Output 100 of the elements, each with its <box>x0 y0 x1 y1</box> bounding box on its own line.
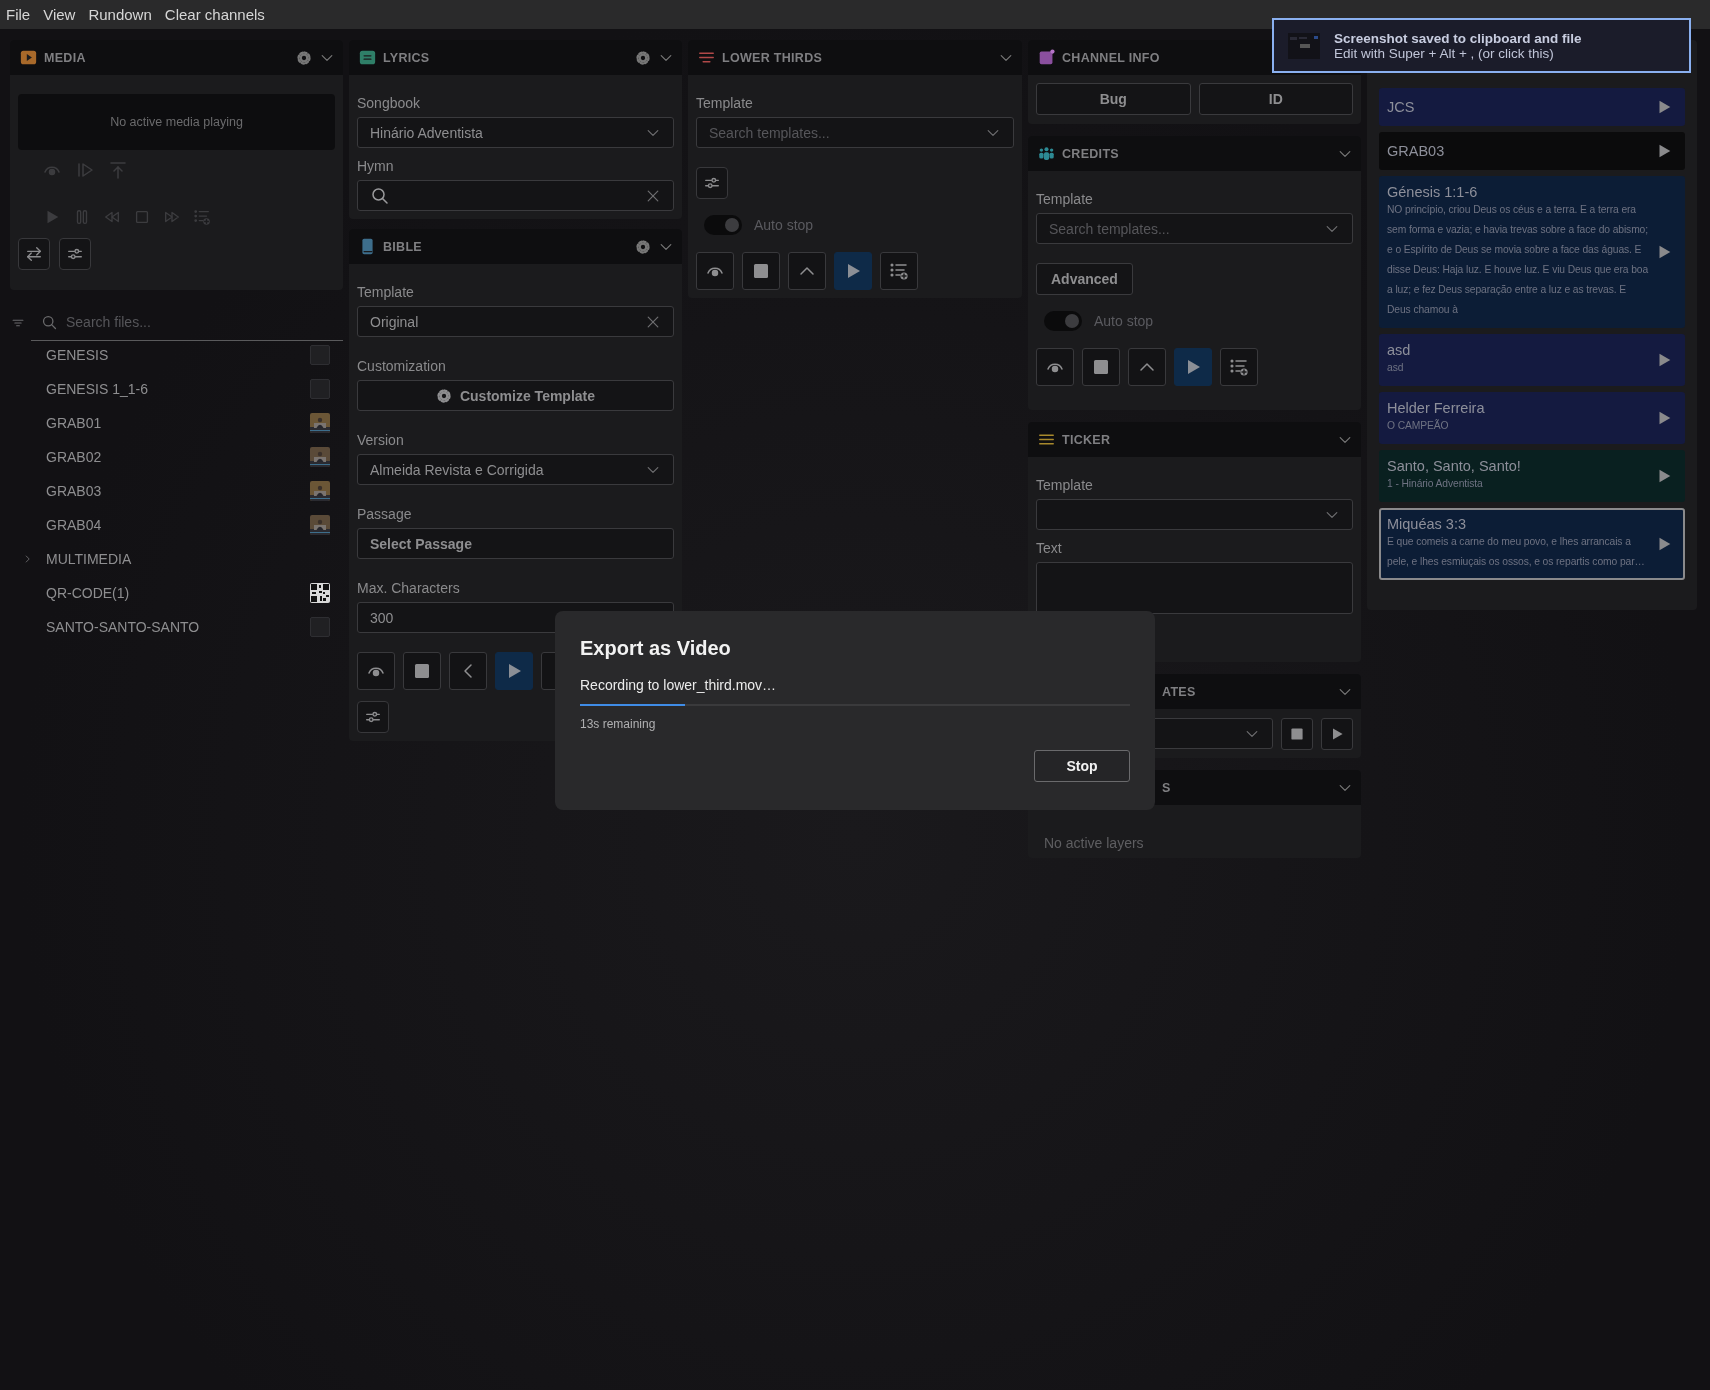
item-title: Helder Ferreira <box>1387 400 1486 416</box>
stop-button[interactable]: Stop <box>1034 750 1130 782</box>
media-entry[interactable]: GRAB04 <box>10 508 343 542</box>
add-to-rundown-button[interactable] <box>880 252 918 290</box>
panel-header[interactable]: MEDIA <box>10 40 343 75</box>
template-field[interactable]: Original <box>357 306 674 337</box>
dialog-title: Export as Video <box>580 637 732 660</box>
play-button[interactable] <box>1321 718 1353 750</box>
panel-title: BIBLE <box>383 239 422 254</box>
media-entry[interactable]: GRAB02 <box>10 440 343 474</box>
play-button[interactable] <box>495 652 533 690</box>
panel-header[interactable]: LYRICS <box>349 40 682 75</box>
channel-button[interactable]: ID <box>1198 83 1353 115</box>
search-icon <box>41 313 58 331</box>
settings-button[interactable] <box>635 49 651 66</box>
stop-button[interactable] <box>1082 348 1120 386</box>
panel-header[interactable]: TICKER <box>1028 422 1361 457</box>
channel-button[interactable]: Bug <box>1036 83 1191 115</box>
media-entry[interactable]: GRAB01 <box>10 406 343 440</box>
add-to-rundown-button[interactable] <box>1220 348 1258 386</box>
file-name: GRAB04 <box>46 517 103 533</box>
channel-icon <box>1038 49 1055 66</box>
next-button[interactable] <box>788 252 826 290</box>
cue-card[interactable]: Helder Ferreira O CAMPEÃO <box>1379 392 1685 444</box>
stop-button[interactable] <box>1281 718 1313 750</box>
menu-item[interactable]: Clear channels <box>164 6 265 23</box>
book-icon <box>359 238 376 255</box>
customize-button[interactable]: Customize Template <box>357 380 674 411</box>
field-label: Template <box>1036 476 1094 495</box>
adjust-button[interactable] <box>59 238 91 270</box>
field-label: Songbook <box>357 94 422 113</box>
stop-button[interactable] <box>403 652 441 690</box>
lyrics-icon <box>359 49 376 66</box>
cue-card[interactable]: Miquéas 3:3 E que comeis a carne do meu povo, e lhes arrancais a pele, e lhes esmiuçais os ossos, e os repartis como par… <box>1379 508 1685 580</box>
menu-item[interactable]: Rundown <box>88 6 152 23</box>
item-title: Santo, Santo, Santo! <box>1387 458 1522 474</box>
file-name: GENESIS <box>46 347 110 363</box>
cue-card[interactable]: GRAB03 <box>1379 132 1685 170</box>
thumbnail <box>310 617 330 637</box>
swap-button[interactable] <box>18 238 50 270</box>
panel-title: CHANNEL INFO <box>1062 50 1160 65</box>
qr-code-icon <box>310 583 330 603</box>
menu-item[interactable]: File <box>6 6 31 23</box>
file-name: SANTO-SANTO-SANTO <box>46 619 201 635</box>
settings-icon <box>296 49 312 66</box>
field-label: Text <box>1036 539 1063 558</box>
cue-card[interactable]: asd asd <box>1379 334 1685 386</box>
preview-button[interactable] <box>357 652 395 690</box>
panel-title: S <box>1162 780 1171 795</box>
auto-stop-label: Auto stop <box>1094 313 1154 329</box>
gear-icon <box>435 387 452 404</box>
version-select[interactable]: Almeida Revista e Corrigida <box>357 454 674 485</box>
stop-icon <box>751 261 771 281</box>
panel-header[interactable]: CREDITS <box>1028 136 1361 171</box>
settings-button[interactable] <box>635 238 651 255</box>
play-next-icon <box>75 160 95 180</box>
media-status: No active media playing <box>18 94 335 150</box>
songbook-select[interactable]: Hinário Adventista <box>357 117 674 148</box>
hymn-search-field[interactable] <box>357 180 674 211</box>
notification[interactable]: Screenshot saved to clipboard and file Edit with Super + Alt + , (or click this) <box>1272 18 1691 73</box>
playlist-add-icon <box>889 261 909 281</box>
playlist-add-icon <box>1229 357 1249 377</box>
item-title: JCS <box>1387 99 1416 115</box>
field-label: Customization <box>357 357 447 376</box>
search-icon <box>370 185 390 206</box>
media-entry[interactable]: MULTIMEDIA <box>10 542 343 576</box>
item-subtitle: O CAMPEÃO <box>1387 418 1450 433</box>
adjust-button[interactable] <box>357 701 389 733</box>
stop-button[interactable] <box>742 252 780 290</box>
adjust-button[interactable] <box>696 167 728 199</box>
preview-button[interactable] <box>696 252 734 290</box>
preview-button[interactable] <box>1036 348 1074 386</box>
menu-item[interactable]: View <box>43 6 76 23</box>
item-title: GRAB03 <box>1387 143 1446 159</box>
panel-header[interactable]: BIBLE <box>349 229 682 264</box>
media-entry[interactable]: GRAB03 <box>10 474 343 508</box>
field-label: Hymn <box>357 157 395 176</box>
panel-title: CREDITS <box>1062 146 1119 161</box>
cue-card[interactable]: JCS <box>1379 88 1685 126</box>
previous-button[interactable] <box>449 652 487 690</box>
item-title: Miquéas 3:3 <box>1387 516 1467 532</box>
cue-card[interactable] <box>1379 176 1685 328</box>
media-entry[interactable]: SANTO-SANTO-SANTO <box>10 610 343 644</box>
advanced-button[interactable]: Advanced <box>1036 263 1133 295</box>
panel-header[interactable]: LOWER THIRDS <box>688 40 1022 75</box>
field-label: Version <box>357 431 405 450</box>
field-label: Max. Characters <box>357 579 461 598</box>
next-button[interactable] <box>1128 348 1166 386</box>
media-entry[interactable]: GENESIS 1_1-6 <box>10 372 343 406</box>
play-button[interactable] <box>1174 348 1212 386</box>
passage-button[interactable]: Select Passage <box>357 528 674 559</box>
item-title: Génesis 1:1-6 <box>1387 184 1479 200</box>
settings-button[interactable] <box>296 49 312 66</box>
file-name: GRAB02 <box>46 449 103 465</box>
media-entry[interactable]: QR-CODE(1) <box>10 576 343 610</box>
media-entry[interactable]: GENESIS <box>10 338 343 372</box>
file-name: GRAB03 <box>46 483 103 499</box>
play-button[interactable] <box>834 252 872 290</box>
cue-card[interactable]: Santo, Santo, Santo! 1 - Hinário Adventista <box>1379 450 1685 502</box>
item-title: asd <box>1387 342 1412 358</box>
